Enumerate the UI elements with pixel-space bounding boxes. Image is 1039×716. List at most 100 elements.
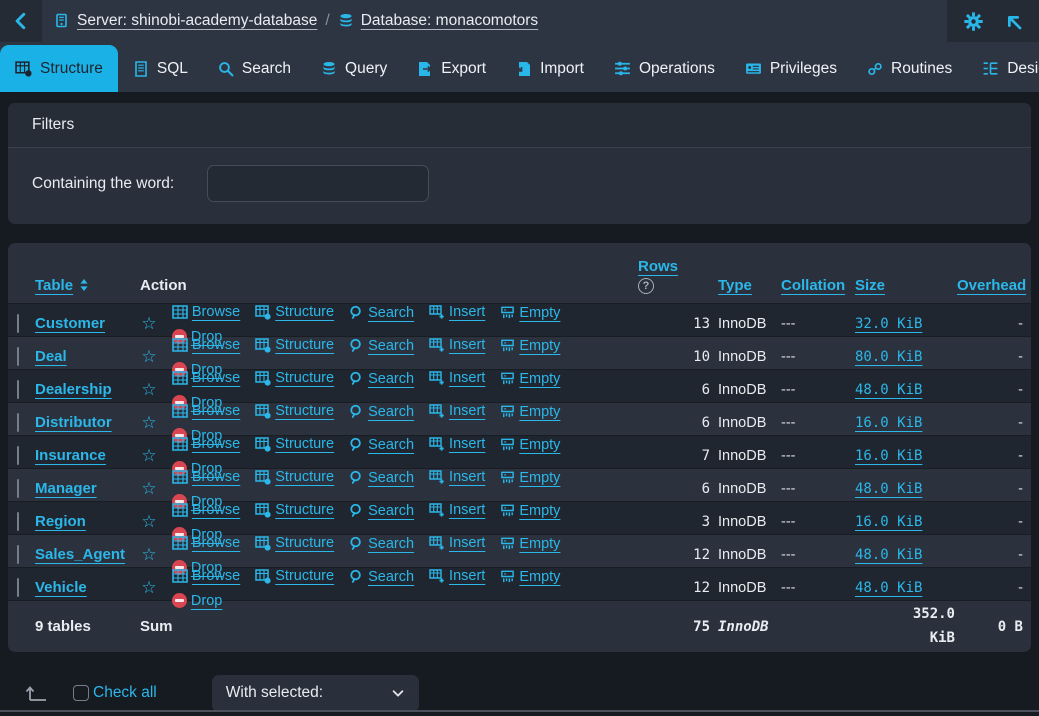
size-link[interactable]: 48.0 KiB xyxy=(855,481,922,497)
favorite-star-icon[interactable]: ☆ xyxy=(140,446,158,466)
row-checkbox[interactable] xyxy=(17,446,19,465)
sort-by-rows-link[interactable]: Rows xyxy=(638,258,678,275)
size-link[interactable]: 16.0 KiB xyxy=(855,415,922,431)
structure-link[interactable]: Structure xyxy=(255,568,334,584)
search-link[interactable]: Search xyxy=(349,536,414,552)
sort-by-overhead-link[interactable]: Overhead xyxy=(957,277,1026,294)
check-all-checkbox[interactable] xyxy=(73,685,89,701)
browse-link[interactable]: Browse xyxy=(172,370,240,386)
search-link[interactable]: Search xyxy=(349,503,414,519)
tab-privileges[interactable]: Privileges xyxy=(730,45,852,92)
insert-link[interactable]: Insert xyxy=(429,403,485,419)
browse-link[interactable]: Browse xyxy=(172,337,240,353)
row-checkbox[interactable] xyxy=(17,545,19,564)
browse-link[interactable]: Browse xyxy=(172,304,240,320)
empty-link[interactable]: Empty xyxy=(500,437,560,453)
insert-link[interactable]: Insert xyxy=(429,436,485,452)
insert-link[interactable]: Insert xyxy=(429,502,485,518)
browse-link[interactable]: Browse xyxy=(172,502,240,518)
structure-link[interactable]: Structure xyxy=(255,403,334,419)
empty-link[interactable]: Empty xyxy=(500,371,560,387)
table-name-link[interactable]: Dealership xyxy=(35,381,112,398)
table-name-link[interactable]: Deal xyxy=(35,348,67,365)
database-breadcrumb-link[interactable]: Database: monacomotors xyxy=(338,12,538,30)
tab-structure[interactable]: Structure xyxy=(0,45,118,92)
row-checkbox[interactable] xyxy=(17,380,19,399)
empty-link[interactable]: Empty xyxy=(500,305,560,321)
insert-link[interactable]: Insert xyxy=(429,535,485,551)
table-name-link[interactable]: Sales_Agent xyxy=(35,546,125,563)
settings-gear-icon[interactable] xyxy=(963,11,984,32)
size-link[interactable]: 16.0 KiB xyxy=(855,448,922,464)
favorite-star-icon[interactable]: ☆ xyxy=(140,380,158,400)
tab-routines[interactable]: Routines xyxy=(852,45,967,92)
search-link[interactable]: Search xyxy=(349,470,414,486)
insert-link[interactable]: Insert xyxy=(429,568,485,584)
tab-operations[interactable]: Operations xyxy=(599,45,730,92)
structure-link[interactable]: Structure xyxy=(255,436,334,452)
table-name-link[interactable]: Customer xyxy=(35,315,105,332)
sort-by-size-link[interactable]: Size xyxy=(855,277,885,294)
tab-sql[interactable]: SQL xyxy=(118,45,203,92)
table-name-link[interactable]: Region xyxy=(35,513,86,530)
collapse-panel-icon[interactable] xyxy=(1004,12,1023,31)
row-checkbox[interactable] xyxy=(17,512,19,531)
search-link[interactable]: Search xyxy=(349,338,414,354)
sort-by-table-link[interactable]: Table xyxy=(35,277,73,294)
row-checkbox[interactable] xyxy=(17,578,19,597)
drop-link[interactable]: Drop xyxy=(172,593,222,609)
sort-by-collation-link[interactable]: Collation xyxy=(781,277,845,294)
empty-link[interactable]: Empty xyxy=(500,536,560,552)
browse-link[interactable]: Browse xyxy=(172,403,240,419)
size-link[interactable]: 80.0 KiB xyxy=(855,349,922,365)
empty-link[interactable]: Empty xyxy=(500,338,560,354)
favorite-star-icon[interactable]: ☆ xyxy=(140,413,158,433)
back-button[interactable] xyxy=(0,0,42,42)
structure-link[interactable]: Structure xyxy=(255,469,334,485)
tab-import[interactable]: Import xyxy=(501,45,599,92)
favorite-star-icon[interactable]: ☆ xyxy=(140,479,158,499)
search-link[interactable]: Search xyxy=(349,404,414,420)
tab-query[interactable]: Query xyxy=(306,45,402,92)
structure-link[interactable]: Structure xyxy=(255,370,334,386)
insert-link[interactable]: Insert xyxy=(429,370,485,386)
sort-by-type-link[interactable]: Type xyxy=(718,277,752,294)
table-name-link[interactable]: Distributor xyxy=(35,414,112,431)
size-link[interactable]: 48.0 KiB xyxy=(855,580,922,596)
empty-link[interactable]: Empty xyxy=(500,404,560,420)
rows-help-icon[interactable]: ? xyxy=(638,278,654,294)
size-link[interactable]: 32.0 KiB xyxy=(855,316,922,332)
table-name-link[interactable]: Manager xyxy=(35,480,97,497)
insert-link[interactable]: Insert xyxy=(429,304,485,320)
insert-link[interactable]: Insert xyxy=(429,469,485,485)
structure-link[interactable]: Structure xyxy=(255,304,334,320)
favorite-star-icon[interactable]: ☆ xyxy=(140,545,158,565)
structure-link[interactable]: Structure xyxy=(255,337,334,353)
check-all-label[interactable]: Check all xyxy=(93,684,157,702)
browse-link[interactable]: Browse xyxy=(172,535,240,551)
browse-link[interactable]: Browse xyxy=(172,436,240,452)
table-name-link[interactable]: Vehicle xyxy=(35,579,87,596)
row-checkbox[interactable] xyxy=(17,314,19,333)
sort-arrows-icon[interactable] xyxy=(79,278,89,292)
favorite-star-icon[interactable]: ☆ xyxy=(140,347,158,367)
favorite-star-icon[interactable]: ☆ xyxy=(140,512,158,532)
tab-search[interactable]: Search xyxy=(203,45,306,92)
size-link[interactable]: 16.0 KiB xyxy=(855,514,922,530)
search-link[interactable]: Search xyxy=(349,371,414,387)
browse-link[interactable]: Browse xyxy=(172,568,240,584)
table-name-link[interactable]: Insurance xyxy=(35,447,106,464)
search-link[interactable]: Search xyxy=(349,569,414,585)
with-selected-dropdown[interactable]: With selected: xyxy=(212,675,419,712)
tab-designer[interactable]: Designer xyxy=(967,45,1039,92)
tab-export[interactable]: Export xyxy=(402,45,501,92)
containing-word-input[interactable] xyxy=(207,165,429,202)
empty-link[interactable]: Empty xyxy=(500,470,560,486)
empty-link[interactable]: Empty xyxy=(500,503,560,519)
size-link[interactable]: 48.0 KiB xyxy=(855,382,922,398)
server-breadcrumb-link[interactable]: Server: shinobi-academy-database xyxy=(54,12,317,30)
row-checkbox[interactable] xyxy=(17,479,19,498)
favorite-star-icon[interactable]: ☆ xyxy=(140,578,158,598)
search-link[interactable]: Search xyxy=(349,437,414,453)
insert-link[interactable]: Insert xyxy=(429,337,485,353)
